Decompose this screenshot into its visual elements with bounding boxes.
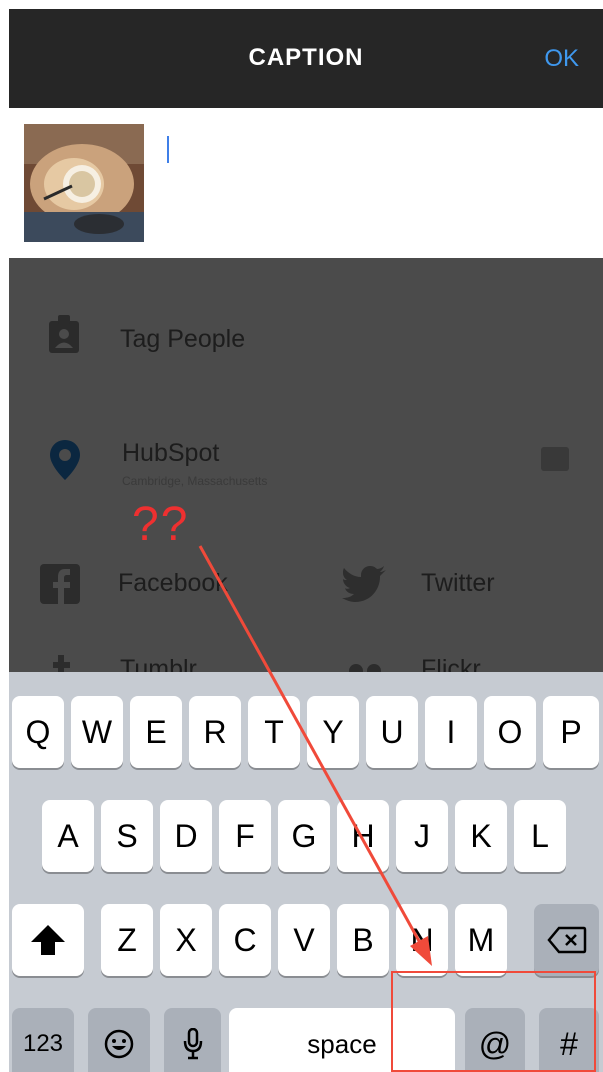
annotation-arrow	[198, 545, 432, 966]
